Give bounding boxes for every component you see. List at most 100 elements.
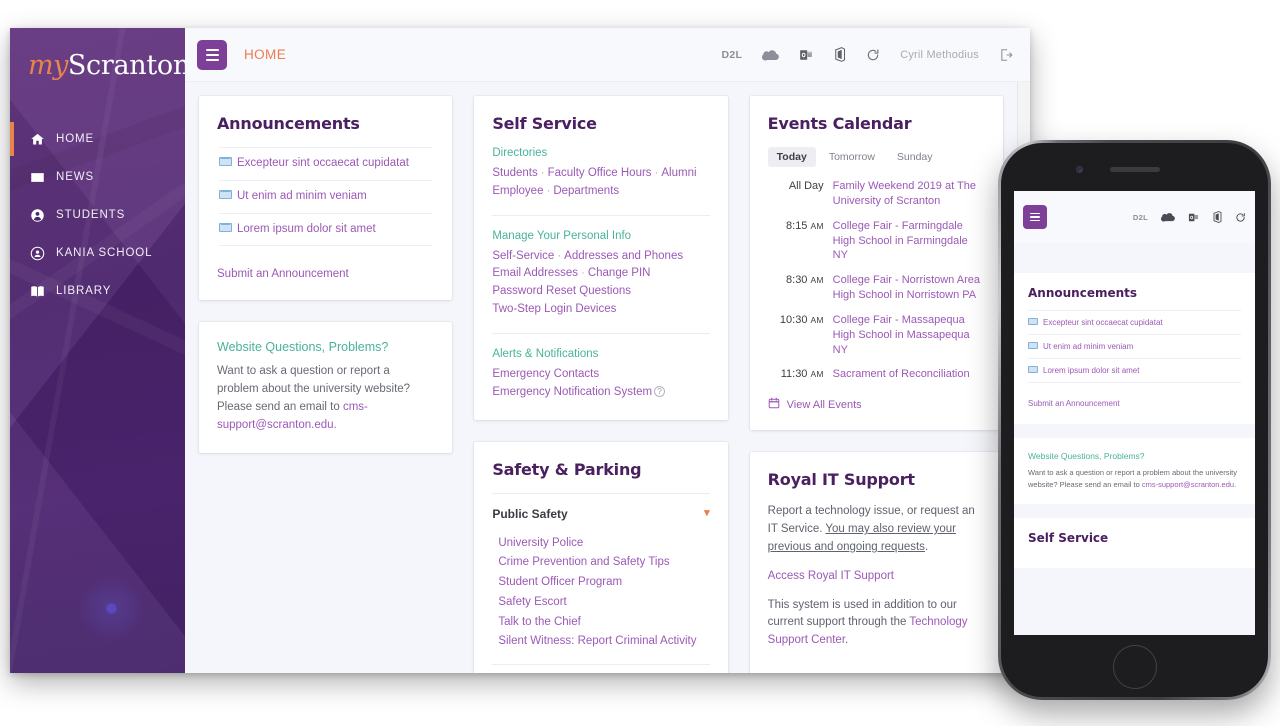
separator: · — [654, 167, 659, 179]
link-silent-witness[interactable]: Silent Witness: Report Criminal Activity — [498, 632, 709, 652]
topbar: HOME D2L Cyril Methodius — [185, 28, 1030, 82]
link-student-officer-program[interactable]: Student Officer Program — [498, 573, 709, 593]
link-talk-to-the-chief[interactable]: Talk to the Chief — [498, 613, 709, 633]
phone-announcements-list: Excepteur sint occaecat cupidatat Ut eni… — [1028, 310, 1241, 383]
sidebar-item-students[interactable]: STUDENTS — [10, 196, 185, 234]
office-icon[interactable] — [1212, 205, 1222, 229]
dashboard-column-3: Events Calendar Today Tomorrow Sunday Al… — [749, 96, 1003, 673]
event-name[interactable]: Family Weekend 2019 at The University of… — [833, 179, 985, 209]
section-heading: Alerts & Notifications — [492, 347, 599, 360]
link-students[interactable]: Students — [492, 167, 537, 179]
cms-support-email-link[interactable]: cms-support@scranton.edu. — [1142, 480, 1236, 489]
onedrive-cloud-icon[interactable] — [762, 43, 780, 67]
sidebar-item-kania-school[interactable]: KANIA SCHOOL — [10, 234, 185, 272]
events-list: All Day Family Weekend 2019 at The Unive… — [768, 179, 985, 382]
submit-announcement-link[interactable]: Submit an Announcement — [217, 268, 349, 280]
phone-home-button[interactable] — [1112, 645, 1157, 689]
royal-it-access-line: Access Royal IT Support — [768, 568, 985, 586]
tab-sunday[interactable]: Sunday — [888, 147, 942, 167]
event-time: All Day — [768, 179, 824, 209]
list-item[interactable]: Excepteur sint occaecat cupidatat — [1028, 310, 1241, 334]
question-mark-icon[interactable]: ? — [654, 385, 666, 397]
link-email-addresses[interactable]: Email Addresses — [492, 267, 578, 279]
list-item[interactable]: Lorem ipsum dolor sit amet — [1028, 358, 1241, 383]
link-two-step-login-devices[interactable]: Two-Step Login Devices — [492, 303, 616, 315]
link-password-reset-questions[interactable]: Password Reset Questions — [492, 285, 631, 297]
link-self-service[interactable]: Self-Service — [492, 250, 554, 262]
self-service-title: Self Service — [492, 114, 597, 133]
link-emergency-contacts[interactable]: Emergency Contacts — [492, 368, 599, 380]
phone-topbar-actions: D2L — [1133, 205, 1246, 229]
royal-it-support-card: Royal IT Support Report a technology iss… — [749, 452, 1003, 673]
view-all-events-link[interactable]: View All Events — [768, 397, 985, 412]
list-item[interactable]: Lorem ipsum dolor sit amet — [219, 212, 433, 247]
office-icon[interactable] — [833, 43, 846, 67]
event-time-value: 8:15 — [786, 219, 808, 232]
refresh-icon[interactable] — [1235, 205, 1246, 229]
tab-today[interactable]: Today — [767, 147, 816, 167]
link-alumni[interactable]: Alumni — [661, 167, 696, 179]
phone-mockup: D2L Announcements Excepteur sint occaeca… — [998, 140, 1271, 700]
event-time: 11:30 AM — [768, 367, 824, 382]
event-time-meridiem: AM — [810, 314, 824, 325]
logout-icon[interactable] — [999, 43, 1014, 67]
announcements-list: Excepteur sint occaecat cupidatat Ut eni… — [219, 147, 433, 247]
event-time: 10:30 AM — [768, 313, 824, 358]
event-name[interactable]: College Fair - Farmingdale High School i… — [833, 219, 985, 264]
list-item[interactable]: Ut enim ad minim veniam — [219, 179, 433, 213]
sidebar-item-news[interactable]: NEWS — [10, 158, 185, 196]
link-faculty-office-hours[interactable]: Faculty Office Hours — [548, 167, 652, 179]
link-departments[interactable]: Departments — [553, 185, 619, 197]
link-safety-escort[interactable]: Safety Escort — [498, 593, 709, 613]
link-change-pin[interactable]: Change PIN — [588, 267, 651, 279]
phone-body: D2L Announcements Excepteur sint occaeca… — [1001, 143, 1268, 697]
event-time-meridiem: AM — [810, 220, 824, 231]
link-addresses-and-phones[interactable]: Addresses and Phones — [564, 250, 683, 262]
tab-tomorrow[interactable]: Tomorrow — [820, 147, 884, 167]
link-emergency-notification-system[interactable]: Emergency Notification System — [492, 386, 652, 398]
list-item[interactable]: Ut enim ad minim veniam — [1028, 334, 1241, 358]
brand-logo[interactable]: myScranton — [10, 28, 185, 96]
section-heading: Manage Your Personal Info — [492, 229, 632, 242]
separator: · — [557, 249, 562, 262]
accordion-header-public-safety[interactable]: Public Safety ▾ — [492, 492, 710, 532]
event-time-meridiem: AM — [810, 369, 824, 380]
hamburger-menu-icon[interactable] — [197, 39, 227, 70]
sidebar-item-home[interactable]: HOME — [10, 120, 185, 158]
safety-parking-title: Safety & Parking — [492, 459, 642, 479]
refresh-icon[interactable] — [866, 43, 880, 67]
announcement-label: Lorem ipsum dolor sit amet — [1043, 366, 1140, 375]
accordion-header-parking-services[interactable]: Parking Services ▴ — [492, 664, 710, 673]
access-royal-it-support-link[interactable]: Access Royal IT Support — [768, 570, 894, 582]
d2l-icon[interactable]: D2L — [1133, 205, 1148, 229]
event-time-value: 10:30 — [779, 313, 808, 326]
events-calendar-title: Events Calendar — [767, 114, 912, 133]
submit-announcement-link[interactable]: Submit an Announcement — [1028, 399, 1120, 408]
event-name[interactable]: Sacrament of Reconciliation — [833, 367, 970, 382]
link-university-police[interactable]: University Police — [498, 534, 709, 554]
self-service-group-alerts: Alerts & Notifications Emergency Contact… — [492, 348, 709, 402]
user-circle-icon — [30, 246, 45, 261]
hamburger-menu-icon[interactable] — [1023, 205, 1047, 229]
outlook-icon[interactable] — [799, 43, 813, 67]
separator: · — [540, 167, 545, 179]
sidebar-item-library[interactable]: LIBRARY — [10, 272, 185, 310]
self-service-card: Self Service Directories Students · Facult… — [474, 96, 728, 420]
link-employee[interactable]: Employee — [492, 185, 543, 197]
sidebar-item-label: HOME — [56, 133, 95, 145]
event-time-meridiem: AM — [810, 275, 824, 286]
events-tabs: Today Tomorrow Sunday — [767, 147, 985, 167]
phone-camera-icon — [1076, 166, 1083, 173]
announcements-card: Announcements Excepteur sint occaecat cu… — [199, 96, 453, 301]
event-name[interactable]: College Fair - Massapequa High School in… — [833, 313, 985, 358]
user-name[interactable]: Cyril Methodius — [900, 49, 979, 61]
envelope-icon — [219, 157, 232, 166]
website-help-text: Want to ask a question or report a probl… — [217, 365, 411, 414]
dashboard-column-2: Self Service Directories Students · Facult… — [474, 96, 728, 673]
onedrive-cloud-icon[interactable] — [1161, 205, 1175, 229]
link-crime-prevention[interactable]: Crime Prevention and Safety Tips — [498, 553, 709, 573]
outlook-icon[interactable] — [1188, 205, 1199, 229]
d2l-icon[interactable]: D2L — [721, 43, 742, 67]
event-name[interactable]: College Fair - Norristown Area High Scho… — [833, 273, 985, 303]
list-item[interactable]: Excepteur sint occaecat cupidatat — [219, 147, 433, 180]
